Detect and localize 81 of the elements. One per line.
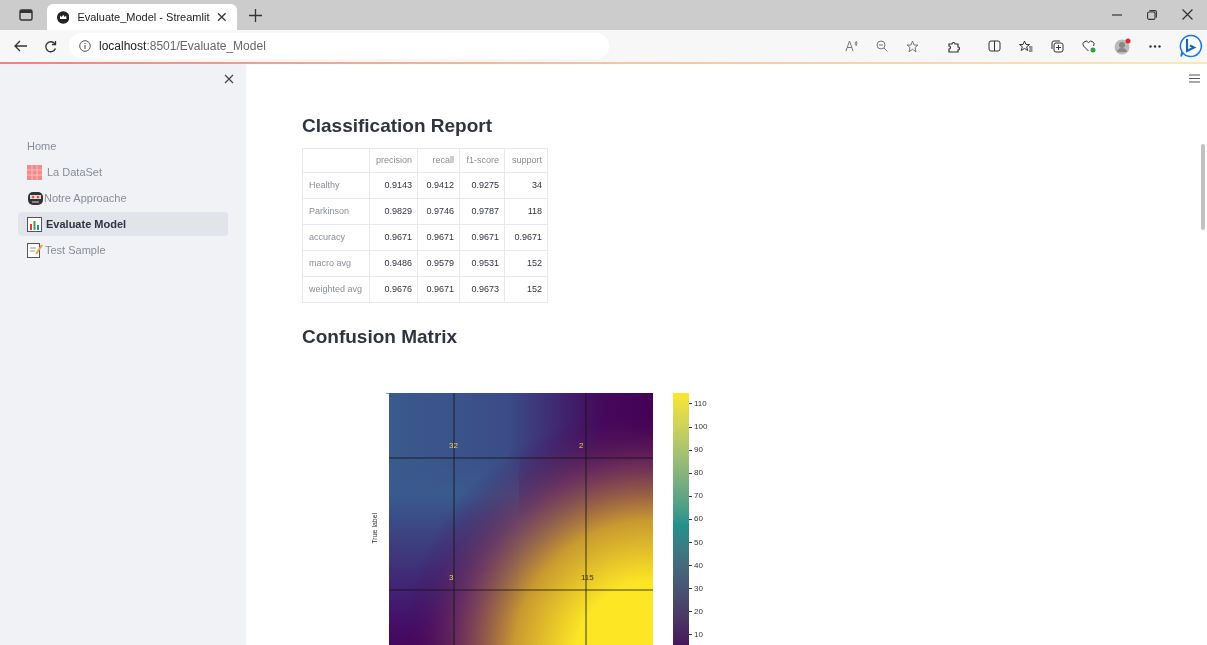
- row-header: Healthy: [302, 172, 370, 199]
- table-cell: 118: [504, 198, 548, 225]
- table-cell: 0.9412: [417, 172, 460, 199]
- table-cell: 0.9143: [369, 172, 418, 199]
- robot-icon: [27, 190, 44, 206]
- grid-icon: [27, 164, 42, 180]
- table-cell: 0.9787: [459, 198, 505, 225]
- split-screen-icon[interactable]: [988, 40, 1001, 52]
- column-header: f1-score: [459, 148, 505, 173]
- close-icon[interactable]: [224, 74, 234, 84]
- table-cell: 0.9579: [417, 250, 460, 277]
- tick-label: 110: [694, 398, 707, 409]
- table-cell: 152: [504, 250, 548, 277]
- table-cell: 0.9746: [417, 198, 460, 225]
- tick-label: 100: [694, 422, 708, 432]
- cell-value: 2: [579, 441, 584, 451]
- collections-icon[interactable]: [1051, 39, 1064, 53]
- info-icon[interactable]: [79, 40, 91, 52]
- table-cell: 152: [504, 276, 548, 303]
- table-cell: 34: [504, 172, 548, 199]
- tick-label: 60: [694, 514, 703, 525]
- tab-title: Evaluate_Model - Streamlit: [77, 9, 210, 25]
- cell-value: 32: [449, 441, 458, 451]
- row-header: accuracy: [302, 224, 370, 251]
- tick-label: 20: [694, 606, 703, 617]
- row-header: weighted avg: [302, 276, 370, 303]
- more-icon[interactable]: [1149, 44, 1161, 48]
- tick-label: 10: [694, 629, 703, 640]
- table-cell: 0.9829: [369, 198, 418, 225]
- puzzle-icon[interactable]: [947, 39, 960, 53]
- restore-icon[interactable]: [1147, 10, 1157, 20]
- tick-label: 70: [694, 491, 703, 502]
- nav-item[interactable]: La DataSet: [18, 160, 228, 184]
- menu-icon[interactable]: [1189, 74, 1200, 83]
- nav-item[interactable]: Evaluate Model: [18, 212, 228, 236]
- column-header: recall: [417, 148, 460, 173]
- table-cell: 0.9671: [417, 224, 460, 251]
- address-bar[interactable]: localhost:8501/Evaluate_Model: [69, 33, 609, 59]
- new-tab-icon[interactable]: [249, 9, 262, 22]
- table-cell: 0.9671: [417, 276, 460, 303]
- bar-chart-icon: [27, 216, 42, 232]
- table-cell: 0.9275: [459, 172, 505, 199]
- cell-value: 3: [449, 573, 454, 583]
- tick-label: 50: [694, 537, 703, 548]
- nav-item[interactable]: Notre Approache: [18, 186, 228, 210]
- tab-actions-icon[interactable]: [19, 8, 33, 22]
- url-text: localhost:8501/Evaluate_Model: [99, 38, 266, 55]
- favorites-icon[interactable]: [1019, 39, 1033, 53]
- table-cell: 0.9671: [504, 224, 548, 251]
- tick-label: 30: [694, 583, 703, 594]
- refresh-icon[interactable]: [44, 39, 57, 53]
- scrollbar-thumb[interactable]: [1201, 144, 1205, 230]
- section-heading: Confusion Matrix: [302, 325, 459, 349]
- column-header: precision: [369, 148, 418, 173]
- avatar-icon[interactable]: [1114, 37, 1131, 55]
- back-icon[interactable]: [14, 40, 28, 52]
- tick-label: 40: [694, 560, 703, 571]
- tick-label: 90: [694, 445, 703, 456]
- table-cell: 0.9671: [459, 224, 505, 251]
- crown-icon: [57, 10, 70, 24]
- zoom-out-icon[interactable]: [876, 40, 888, 52]
- read-aloud-icon[interactable]: [845, 40, 858, 52]
- row-header: macro avg: [302, 250, 370, 277]
- table-cell: 0.9531: [459, 250, 505, 277]
- row-header: Parkinson: [302, 198, 370, 225]
- nav-item[interactable]: Home: [18, 134, 228, 158]
- browser-tab[interactable]: Evaluate_Model - Streamlit: [47, 4, 237, 30]
- table-cell: 0.9486: [369, 250, 418, 277]
- table-cell: 0.9673: [459, 276, 505, 303]
- table-cell: 0.9676: [369, 276, 418, 303]
- memo-icon: [27, 242, 43, 258]
- close-icon[interactable]: [217, 12, 227, 22]
- heart-icon[interactable]: [1082, 39, 1096, 53]
- close-icon[interactable]: [1182, 9, 1193, 20]
- nav-item[interactable]: Test Sample: [18, 238, 228, 262]
- table-cell: 0.9671: [369, 224, 418, 251]
- tick-label: 80: [694, 468, 703, 479]
- star-icon[interactable]: [906, 39, 919, 53]
- chat-icon[interactable]: [1179, 34, 1203, 58]
- section-heading: Classification Report: [302, 114, 494, 138]
- column-header: support: [504, 148, 548, 173]
